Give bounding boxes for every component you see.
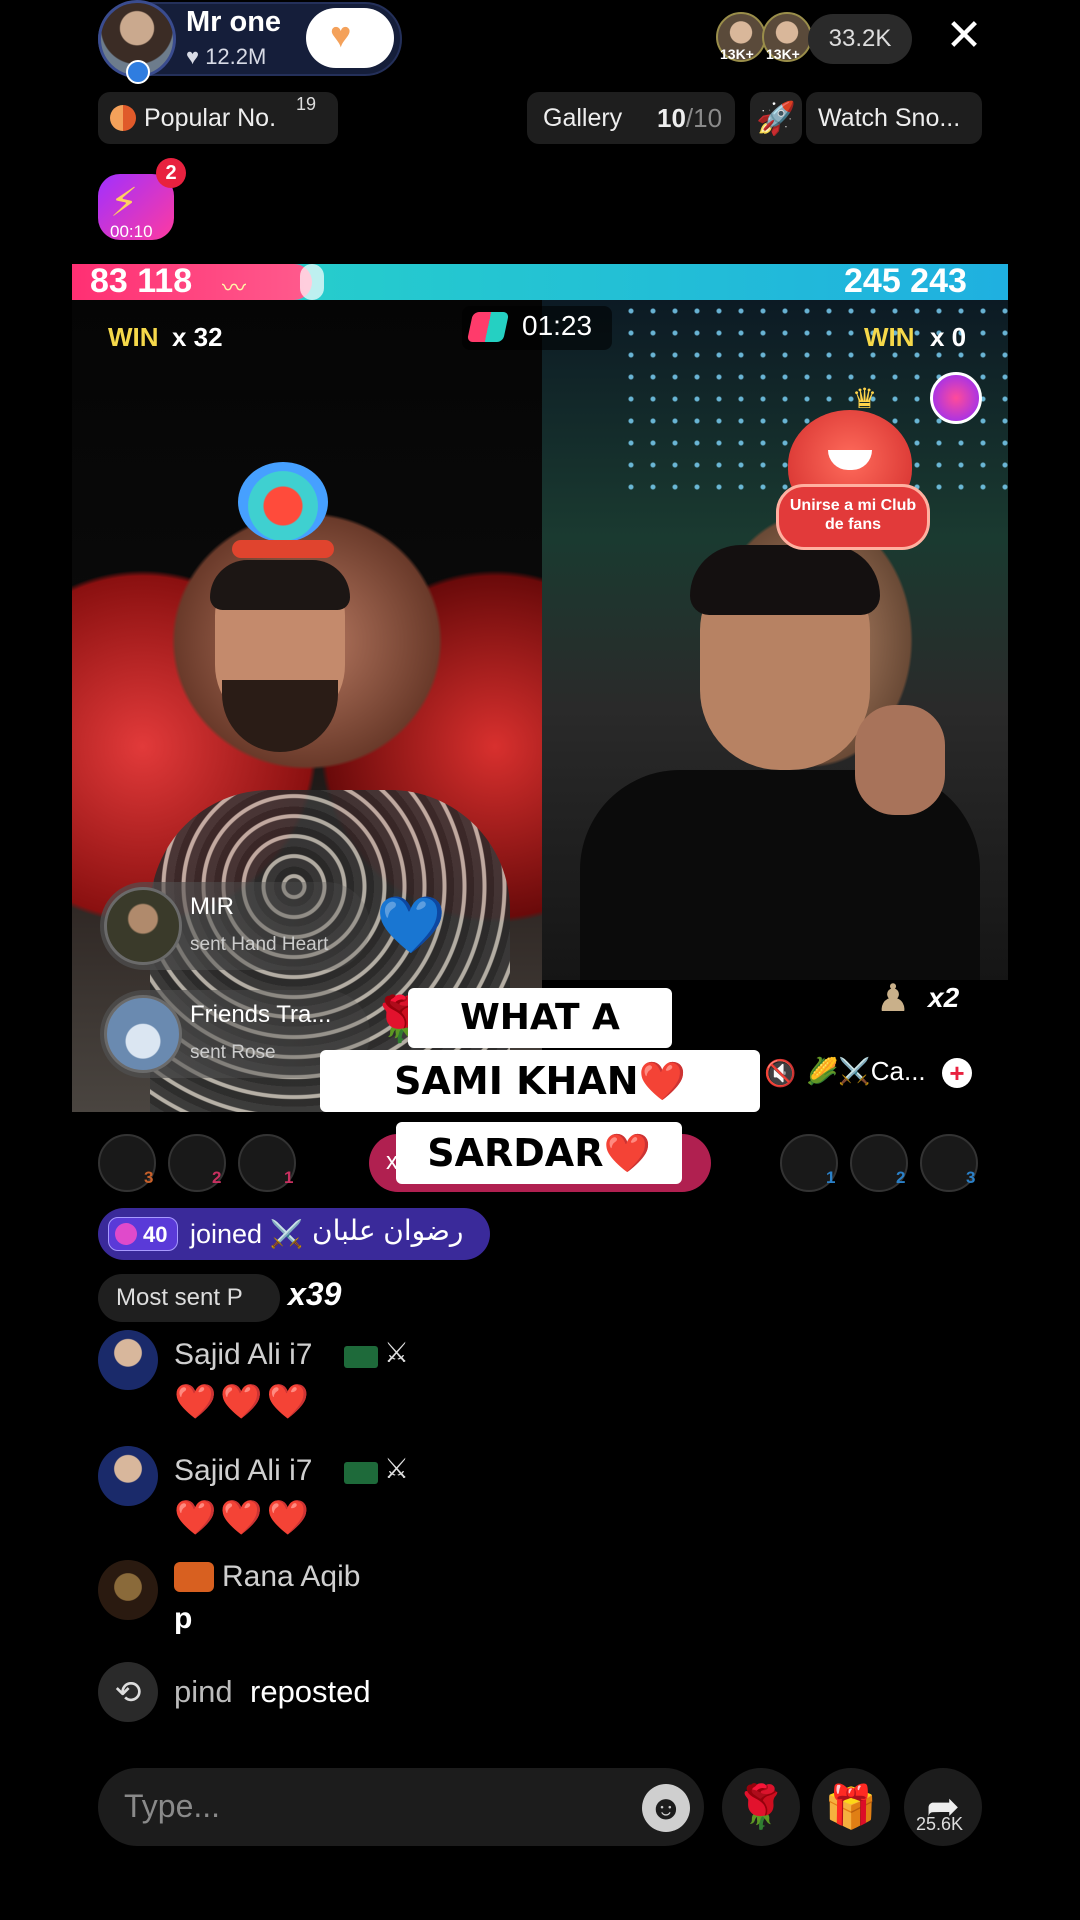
caption-line: SAMI KHAN❤️BANDESHA	[320, 1050, 760, 1165]
gallery-label: Gallery	[543, 104, 623, 132]
popular-label: Popular No.	[144, 104, 277, 132]
watch-label: Watch Sno...	[818, 104, 961, 132]
podium-rank: 2	[896, 1168, 906, 1187]
left-streamer-hair	[210, 560, 350, 610]
chat-message: p	[174, 1602, 193, 1635]
repost-username[interactable]: pind	[174, 1674, 233, 1710]
gift-sender-avatar[interactable]	[104, 887, 182, 965]
right-streamer-hair	[690, 545, 880, 615]
swords-icon: ⚔	[384, 1337, 410, 1368]
popular-heart-icon	[110, 105, 136, 131]
watch-chip[interactable]: Watch Sno...	[806, 92, 982, 144]
chat-username[interactable]: Rana Aqib	[222, 1560, 360, 1594]
comment-placeholder: Type...	[124, 1788, 221, 1824]
score-right: 245 243	[844, 262, 967, 300]
podium-rank: 1	[826, 1168, 836, 1187]
lightning-icon: ⚡	[110, 181, 139, 225]
chat-avatar[interactable]	[98, 1330, 158, 1390]
join-text: joined ⚔️	[190, 1219, 304, 1249]
share-count: 25.6K	[916, 1814, 964, 1834]
gift-sender-avatar[interactable]	[104, 995, 182, 1073]
wave-icon: 〰	[222, 275, 246, 302]
popular-rank: 19	[296, 94, 317, 114]
gallery-chip[interactable]: Gallery 10/10	[527, 92, 735, 144]
gift-button[interactable]: 🎁	[812, 1768, 890, 1846]
chat-username[interactable]: Sajid Ali i7	[174, 1454, 312, 1488]
repost-text: reposted	[250, 1674, 371, 1709]
battle-gloves-icon	[466, 312, 510, 342]
gallery-total: /10	[685, 103, 723, 133]
flag-icon	[344, 1346, 378, 1368]
cohost-name[interactable]: 🌽⚔️Ca...	[806, 1056, 926, 1087]
boost-timer: 00:10	[110, 222, 153, 241]
viewer-avatar-label: 13K+	[766, 46, 800, 62]
boost-badge: 2	[156, 158, 186, 188]
gallery-current: 10	[657, 103, 686, 133]
right-streamer-hand	[855, 705, 945, 815]
fan-club-banner[interactable]: Unirse a mi Club de fans	[776, 484, 930, 550]
rose-gift-button[interactable]: 🌹	[722, 1768, 800, 1846]
win-right-label: WIN	[864, 322, 915, 352]
heart-icon: ♥	[186, 44, 206, 69]
caption-line: WHAT A MATCH	[408, 988, 672, 1098]
gift-action: sent Rose	[190, 1042, 276, 1063]
win-left-label: WIN	[108, 322, 159, 352]
flag-icon	[344, 1462, 378, 1484]
viewer-count[interactable]: 33.2K	[808, 14, 912, 64]
podium-rank: 1	[284, 1168, 294, 1187]
fan-club-badge-icon[interactable]	[930, 372, 982, 424]
popular-rank-chip[interactable]: Popular No. 19	[98, 92, 338, 144]
battle-divider	[300, 264, 324, 300]
emoji-icon[interactable]: ☻	[642, 1784, 690, 1832]
chat-message: ❤️❤️❤️	[174, 1499, 314, 1537]
chat-message: ❤️❤️❤️	[174, 1383, 314, 1421]
host-name: Mr one	[186, 6, 282, 38]
level-icon	[115, 1223, 137, 1245]
gift-sender-name: MIR	[190, 893, 234, 920]
repost-icon: ⟲	[98, 1662, 158, 1722]
gesture-icon: ♟	[876, 978, 911, 1020]
chat-avatar[interactable]	[98, 1560, 158, 1620]
chat-username[interactable]: Sajid Ali i7	[174, 1338, 312, 1372]
most-sent-chip[interactable]: Most sent P	[98, 1274, 280, 1322]
chat-avatar[interactable]	[98, 1446, 158, 1506]
add-cohost-button[interactable]: +	[942, 1058, 972, 1088]
gift-action: sent Hand Heart	[190, 934, 329, 955]
podium-rank: 3	[966, 1168, 976, 1187]
fan-badge-icon	[174, 1562, 214, 1592]
gallery-count: 10/10	[657, 92, 722, 144]
battle-timer: 01:23	[522, 310, 593, 341]
fan-club-tag	[232, 540, 334, 558]
gesture-multiplier: x2	[928, 982, 960, 1013]
podium-rank: 3	[144, 1168, 154, 1187]
host-likes: ♥ 12.2M	[186, 44, 266, 70]
verified-badge-icon	[126, 60, 150, 84]
mute-icon[interactable]: 🔇	[764, 1058, 796, 1089]
win-left-count: x 32	[172, 322, 223, 352]
hand-heart-gift-icon: 💙	[376, 893, 446, 956]
rocket-icon[interactable]: 🚀	[750, 92, 802, 144]
host-likes-value: 12.2M	[205, 44, 267, 69]
podium-rank: 2	[212, 1168, 222, 1187]
join-username[interactable]: رضوان علبان	[312, 1214, 463, 1247]
caption-line: SARDAR❤️ZILLY	[396, 1122, 682, 1237]
swords-icon: ⚔	[384, 1453, 410, 1484]
viewer-avatar-label: 13K+	[720, 46, 754, 62]
follow-count: 7	[359, 42, 368, 59]
most-sent-count: x39	[288, 1276, 342, 1312]
win-right-count: x 0	[930, 322, 967, 352]
score-left: 83 118	[90, 262, 193, 300]
fan-club-mascot-icon[interactable]	[238, 462, 328, 542]
gift-sender-name: Friends Tra...	[190, 1001, 332, 1028]
close-icon[interactable]: ✕	[944, 14, 984, 58]
